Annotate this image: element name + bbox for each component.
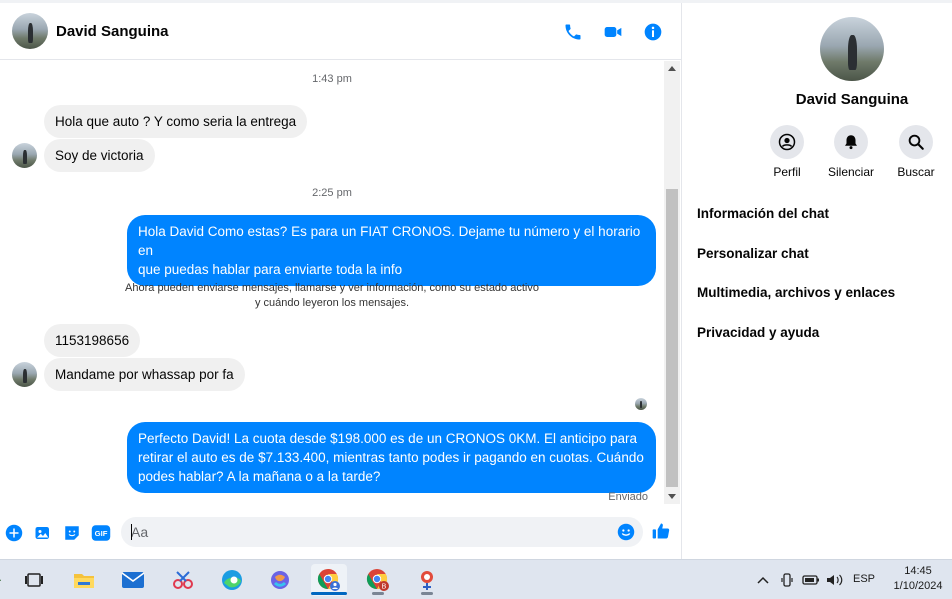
message-line: que puedas hablar para enviarte toda la …	[138, 262, 403, 277]
message-line: podes hablar? A la mañana o a la tarde?	[138, 469, 381, 484]
incoming-message[interactable]: Hola que auto ? Y como seria la entrega	[44, 105, 308, 138]
notice-line: Ahora pueden enviarse mensajes, llamarse…	[125, 282, 539, 294]
task-view-icon[interactable]	[16, 564, 52, 596]
message-input[interactable]	[131, 522, 601, 542]
chat-info-panel: David Sanguina Perfil Silenciar Buscar I…	[682, 3, 952, 559]
incoming-message[interactable]: Mandame por whassap por fa	[44, 358, 245, 391]
contact-avatar[interactable]	[12, 13, 48, 49]
widget-tree-icon[interactable]	[0, 564, 8, 596]
message-line: Hola David Como estas? Es para un FIAT C…	[138, 224, 641, 258]
svg-text:B: B	[382, 584, 387, 591]
emoji-icon[interactable]	[616, 522, 636, 542]
action-label: Silenciar	[827, 165, 875, 179]
clock-date: 1/10/2024	[893, 580, 943, 592]
profile-name: David Sanguina	[795, 91, 909, 108]
profile-icon	[778, 133, 796, 151]
pinned-app-icon[interactable]	[409, 564, 445, 596]
messenger-app: David Sanguina 1:43 pm Hola que auto ? Y…	[0, 0, 952, 559]
message-scrollbar[interactable]	[664, 61, 680, 504]
timestamp: 1:43 pm	[312, 73, 352, 85]
seen-indicator-avatar	[635, 398, 647, 410]
chrome-profile-icon[interactable]	[311, 564, 347, 596]
menu-chat-info[interactable]: Información del chat	[697, 206, 829, 221]
device-icon[interactable]	[780, 572, 794, 588]
message-list[interactable]: 1:43 pm Hola que auto ? Y como seria la …	[0, 61, 664, 506]
sender-avatar[interactable]	[12, 143, 37, 168]
scroll-thumb[interactable]	[666, 189, 678, 487]
volume-icon[interactable]	[826, 572, 844, 588]
battery-icon[interactable]	[802, 572, 820, 588]
action-label: Perfil	[773, 165, 801, 179]
outgoing-message[interactable]: Perfecto David! La cuota desde $198.000 …	[127, 422, 656, 493]
copilot-icon[interactable]	[262, 564, 298, 596]
plus-icon[interactable]	[4, 523, 24, 543]
message-line: Perfecto David! La cuota desde $198.000 …	[138, 431, 638, 446]
system-clock[interactable]: 14:45 1/10/2024	[890, 564, 946, 594]
sender-avatar[interactable]	[12, 362, 37, 387]
bell-icon	[845, 135, 857, 150]
info-icon[interactable]	[642, 21, 664, 43]
incoming-message[interactable]: 1153198656	[44, 324, 141, 357]
chat-header: David Sanguina	[0, 3, 681, 60]
outgoing-message[interactable]: Hola David Como estas? Es para un FIAT C…	[127, 215, 656, 286]
mail-icon[interactable]	[115, 564, 151, 596]
clock-time: 14:45	[904, 565, 932, 577]
message-input-container[interactable]	[121, 517, 643, 547]
menu-media-files-links[interactable]: Multimedia, archivos y enlaces	[697, 285, 895, 300]
search-icon	[908, 134, 924, 150]
profile-avatar[interactable]	[820, 17, 884, 81]
scroll-down-arrow-icon[interactable]	[668, 494, 676, 499]
sent-status: Enviado	[608, 491, 648, 503]
message-line: retirar el auto es de $7.133.400, mientr…	[138, 450, 644, 465]
timestamp: 2:25 pm	[312, 187, 352, 199]
menu-privacy-help[interactable]: Privacidad y ayuda	[697, 325, 819, 340]
language-indicator[interactable]: ESP	[853, 573, 875, 585]
video-call-icon[interactable]	[602, 21, 624, 43]
image-icon[interactable]	[33, 523, 53, 543]
chrome-second-profile-icon[interactable]: B	[360, 564, 396, 596]
chevron-up-icon[interactable]	[756, 572, 770, 588]
svg-text:GIF: GIF	[95, 529, 108, 538]
notice-line: y cuándo leyeron los mensajes.	[254, 297, 410, 309]
message-composer: GIF	[0, 509, 681, 557]
menu-customize-chat[interactable]: Personalizar chat	[697, 246, 809, 261]
mute-button[interactable]: Silenciar	[816, 125, 886, 179]
sticker-icon[interactable]	[62, 523, 82, 543]
scroll-up-arrow-icon[interactable]	[668, 66, 676, 71]
contact-name[interactable]: David Sanguina	[56, 23, 169, 40]
edge-browser-icon[interactable]	[214, 564, 250, 596]
gif-icon[interactable]: GIF	[91, 523, 111, 543]
incoming-message[interactable]: Soy de victoria	[44, 139, 155, 172]
action-label: Buscar	[897, 165, 935, 179]
file-explorer-icon[interactable]	[66, 564, 102, 596]
search-button[interactable]: Buscar	[881, 125, 951, 179]
privacy-notice: Ahora pueden enviarse mensajes, llamarse…	[0, 281, 664, 311]
windows-taskbar: B ESP 14:45 1/10/2024	[0, 559, 952, 599]
phone-call-icon[interactable]	[562, 21, 584, 43]
snipping-tool-icon[interactable]	[165, 564, 201, 596]
thumbs-up-icon[interactable]	[651, 521, 671, 541]
profile-button[interactable]: Perfil	[752, 125, 822, 179]
text-caret	[131, 524, 132, 540]
